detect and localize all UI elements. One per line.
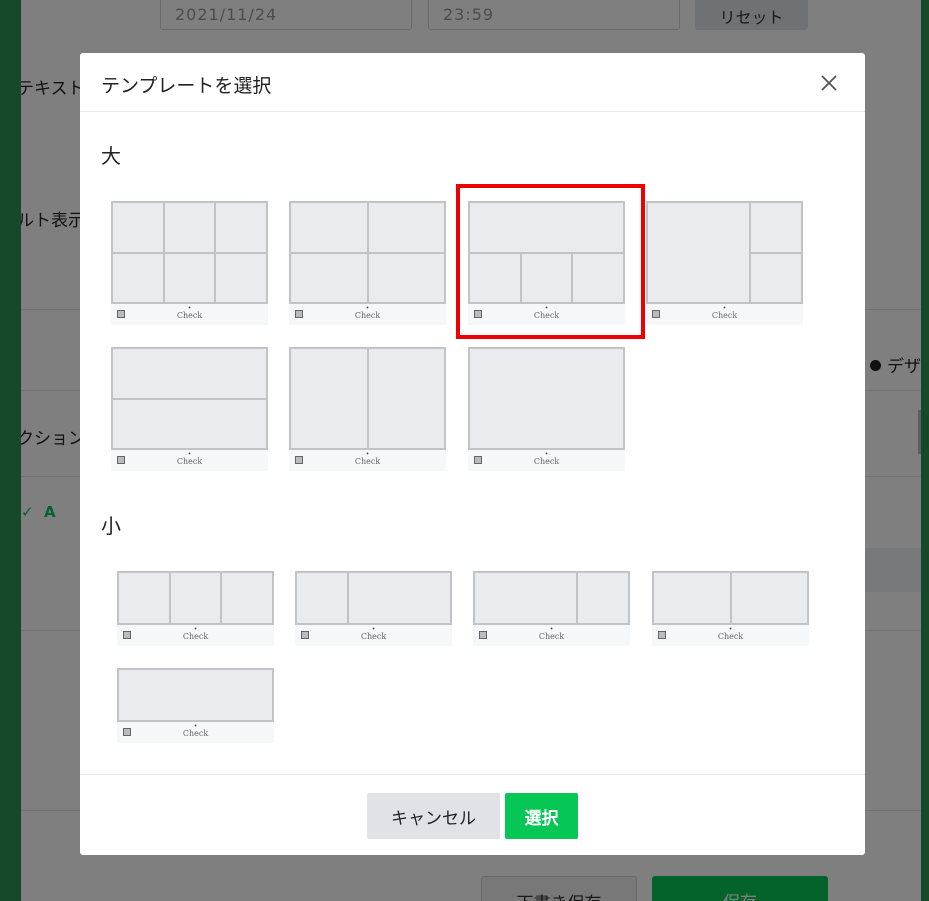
check-label: Check xyxy=(117,725,274,740)
template-preview xyxy=(473,571,630,625)
template-preview xyxy=(652,571,809,625)
template-small-wide-left[interactable]: Check xyxy=(473,571,630,646)
template-large-1top-3bottom[interactable]: Check xyxy=(456,184,645,339)
template-preview xyxy=(117,668,274,722)
template-large-6grid[interactable]: Check xyxy=(111,201,268,326)
check-label: Check xyxy=(295,628,452,643)
template-large-1left-2right[interactable]: Check xyxy=(646,201,803,326)
template-preview xyxy=(111,347,268,450)
template-footer: Check xyxy=(646,304,803,325)
template-small-3columns[interactable]: Check xyxy=(117,571,274,646)
template-large-1full[interactable]: Check xyxy=(468,347,625,472)
template-footer: Check xyxy=(111,450,268,471)
template-preview xyxy=(468,201,625,304)
template-footer: Check xyxy=(473,625,630,646)
template-footer: Check xyxy=(468,304,625,325)
cancel-button[interactable]: キャンセル xyxy=(367,793,500,839)
template-large-2columns[interactable]: Check xyxy=(289,347,446,472)
close-icon xyxy=(821,75,837,91)
template-preview xyxy=(111,201,268,304)
template-small-2equal[interactable]: Check xyxy=(652,571,809,646)
check-label: Check xyxy=(111,307,268,322)
template-preview xyxy=(117,571,274,625)
template-footer: Check xyxy=(111,304,268,325)
modal-footer: キャンセル 選択 xyxy=(80,774,865,855)
check-label: Check xyxy=(646,307,803,322)
check-label: Check xyxy=(468,453,625,468)
template-select-modal: テンプレートを選択 大 Check Check xyxy=(80,53,865,855)
template-footer: Check xyxy=(117,722,274,743)
template-preview xyxy=(646,201,803,304)
template-small-1full[interactable]: Check xyxy=(117,668,274,743)
template-preview xyxy=(289,201,446,304)
modal-title: テンプレートを選択 xyxy=(101,75,272,97)
close-button[interactable] xyxy=(817,71,841,95)
modal-header: テンプレートを選択 xyxy=(80,53,865,112)
check-label: Check xyxy=(468,307,625,322)
template-footer: Check xyxy=(289,450,446,471)
check-label: Check xyxy=(289,453,446,468)
template-footer: Check xyxy=(652,625,809,646)
template-large-4grid[interactable]: Check xyxy=(289,201,446,326)
template-footer: Check xyxy=(295,625,452,646)
image-icon xyxy=(474,310,482,318)
template-small-narrow-left[interactable]: Check xyxy=(295,571,452,646)
check-label: Check xyxy=(111,453,268,468)
template-large-2rows[interactable]: Check xyxy=(111,347,268,472)
small-section-title: 小 xyxy=(101,514,121,538)
template-footer: Check xyxy=(117,625,274,646)
check-label: Check xyxy=(117,628,274,643)
large-section-title: 大 xyxy=(101,144,121,168)
check-label: Check xyxy=(473,628,630,643)
template-footer: Check xyxy=(289,304,446,325)
template-preview xyxy=(289,347,446,450)
check-label: Check xyxy=(289,307,446,322)
check-label: Check xyxy=(652,628,809,643)
template-preview xyxy=(295,571,452,625)
select-button[interactable]: 選択 xyxy=(505,793,578,839)
template-footer: Check xyxy=(468,450,625,471)
template-preview xyxy=(468,347,625,450)
